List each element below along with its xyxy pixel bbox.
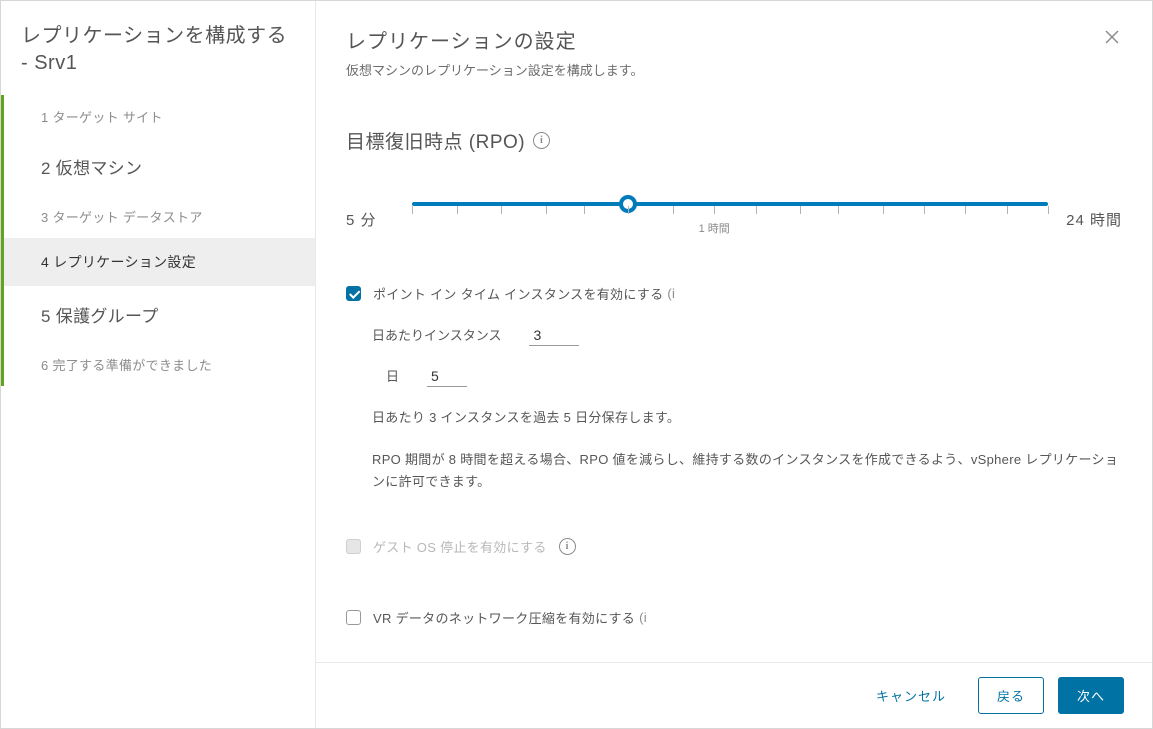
pit-summary: 日あたり 3 インスタンスを過去 5 日分保存します。: [372, 407, 1122, 429]
content-body: レプリケーションの設定 仮想マシンのレプリケーション設定を構成します。 目標復旧…: [316, 1, 1152, 662]
step-ready-complete[interactable]: 6 完了する準備ができました: [1, 343, 315, 386]
info-icon[interactable]: i: [533, 132, 550, 149]
vr-compress-info[interactable]: (i: [639, 610, 647, 625]
rpo-heading-text: 目標復旧時点 (RPO): [346, 127, 525, 154]
guest-quiesce-label: ゲスト OS 停止を有効にする: [373, 537, 547, 556]
vr-compress-row: VR データのネットワーク圧縮を有効にする (i: [346, 608, 1122, 627]
wizard-footer: キャンセル 戻る 次へ: [316, 662, 1152, 728]
step-replication-settings[interactable]: 4 レプリケーション設定: [1, 238, 315, 286]
step-target-datastore[interactable]: 3 ターゲット データストア: [1, 195, 315, 238]
instances-per-day-label: 日あたりインスタンス: [372, 325, 501, 344]
rpo-slider-row: 5 分 1 時間: [346, 202, 1122, 236]
rpo-min-label: 5 分: [346, 209, 394, 230]
pit-label: ポイント イン タイム インスタンスを有効にする: [373, 284, 663, 303]
close-button[interactable]: [1104, 29, 1122, 47]
wizard-dialog: レプリケーションを構成する - Srv1 1 ターゲット サイト 2 仮想マシン…: [0, 0, 1153, 729]
instances-per-day-input[interactable]: [529, 325, 579, 346]
days-input[interactable]: [427, 366, 467, 387]
step-virtual-machine[interactable]: 2 仮想マシン: [1, 138, 315, 195]
pit-info[interactable]: (i: [667, 286, 675, 301]
pit-row: ポイント イン タイム インスタンスを有効にする (i: [346, 284, 1122, 303]
days-label: 日: [386, 366, 399, 385]
guest-quiesce-checkbox: [346, 539, 361, 554]
vr-compress-checkbox[interactable]: [346, 610, 361, 625]
guest-quiesce-row: ゲスト OS 停止を有効にする i: [346, 537, 1122, 556]
close-icon: [1104, 29, 1120, 45]
instances-per-day-row: 日あたりインスタンス: [372, 325, 1122, 346]
rpo-slider[interactable]: 1 時間: [412, 202, 1048, 236]
step-protection-group[interactable]: 5 保護グループ: [1, 286, 315, 343]
rpo-max-label: 24 時間: [1066, 209, 1122, 230]
rpo-heading: 目標復旧時点 (RPO) i: [346, 127, 1122, 154]
step-list: 1 ターゲット サイト 2 仮想マシン 3 ターゲット データストア 4 レプリ…: [1, 95, 315, 386]
cancel-button[interactable]: キャンセル: [858, 678, 964, 713]
step-active-indicator: [1, 95, 4, 386]
page-title: レプリケーションの設定: [346, 25, 1122, 54]
pit-settings: 日あたりインスタンス 日 日あたり 3 インスタンスを過去 5 日分保存します。…: [372, 325, 1122, 493]
slider-ticks: [412, 206, 1048, 216]
wizard-content: レプリケーションの設定 仮想マシンのレプリケーション設定を構成します。 目標復旧…: [316, 1, 1152, 728]
days-row: 日: [386, 366, 1122, 387]
pit-checkbox[interactable]: [346, 286, 361, 301]
wizard-sidebar: レプリケーションを構成する - Srv1 1 ターゲット サイト 2 仮想マシン…: [1, 1, 316, 728]
rpo-mid-label: 1 時間: [699, 220, 730, 236]
step-target-site[interactable]: 1 ターゲット サイト: [1, 95, 315, 138]
vr-compress-label: VR データのネットワーク圧縮を有効にする: [373, 608, 635, 627]
info-icon[interactable]: i: [559, 538, 576, 555]
slider-labels: 1 時間: [412, 220, 1048, 236]
wizard-title: レプリケーションを構成する - Srv1: [1, 23, 315, 95]
next-button[interactable]: 次へ: [1058, 677, 1124, 714]
pit-note: RPO 期間が 8 時間を超える場合、RPO 値を減らし、維持する数のインスタン…: [372, 449, 1122, 493]
page-subtitle: 仮想マシンのレプリケーション設定を構成します。: [346, 60, 1122, 79]
back-button[interactable]: 戻る: [978, 677, 1044, 714]
